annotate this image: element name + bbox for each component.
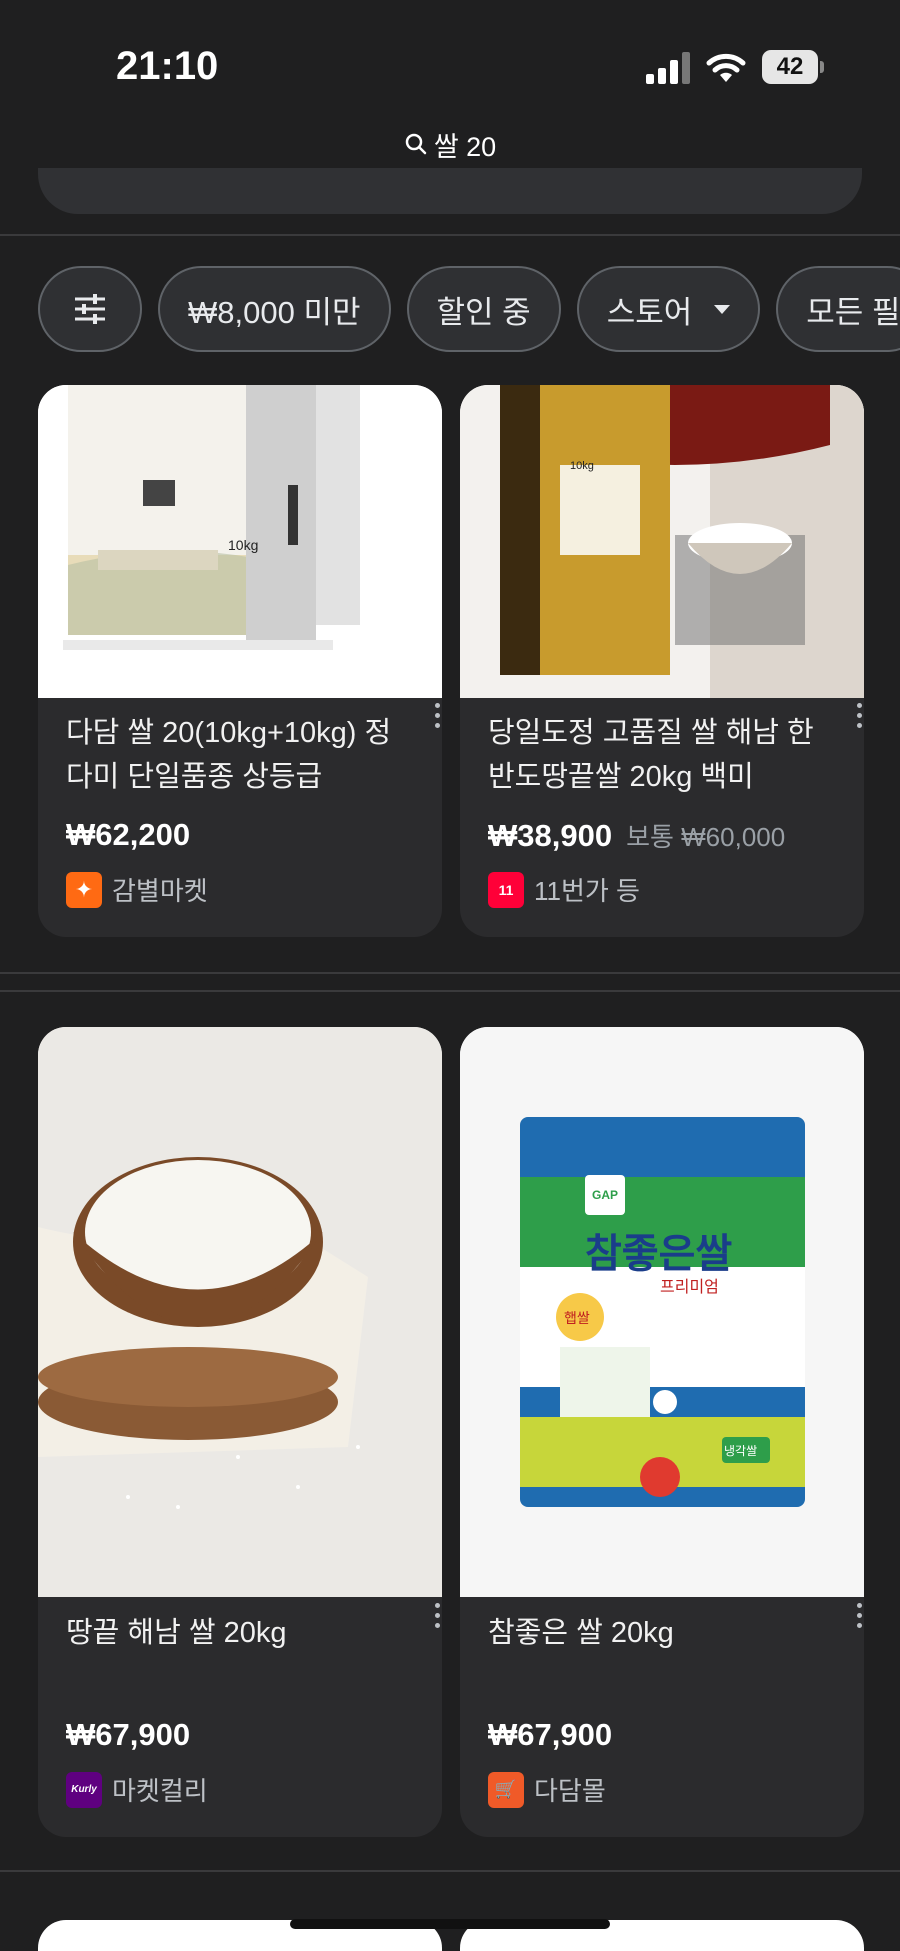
store-logo-icon: 11: [488, 871, 524, 908]
product-price: ₩67,900: [66, 1717, 191, 1752]
brand-sub-label: 프리미엄: [660, 1277, 719, 1296]
filter-chips: ₩8,000 미만 할인 중 스토어 모든 필: [38, 266, 900, 352]
store-name: 감별마켓: [112, 876, 208, 906]
home-indicator[interactable]: [290, 1919, 610, 1929]
cellular-signal-icon: [646, 52, 690, 84]
product-title: 땅끝 해남 쌀 20kg: [66, 1617, 287, 1649]
new-rice-tag: 햅쌀: [564, 1311, 590, 1327]
product-image: [38, 1027, 442, 1597]
battery-icon: 42: [762, 50, 824, 84]
gap-badge-label: GAP: [592, 1188, 618, 1202]
store-logo-icon: ✦: [66, 871, 102, 908]
chevron-down-icon: [714, 304, 731, 314]
filter-settings-button[interactable]: [38, 266, 142, 352]
store-row[interactable]: ✦ 감별마켓: [66, 871, 208, 908]
store-row[interactable]: Kurly 마켓컬리: [66, 1771, 208, 1808]
more-options-icon[interactable]: [854, 1603, 864, 1633]
divider: [0, 1870, 900, 1872]
more-options-icon[interactable]: [432, 703, 442, 733]
price-row: ₩67,900: [66, 1717, 190, 1753]
chip-on-sale[interactable]: 할인 중: [406, 266, 561, 352]
product-price: ₩67,900: [488, 1717, 613, 1752]
product-card[interactable]: 10kg 당일도정 고품질 쌀 해남 한반도땅끝쌀 20kg 백미 ₩38,90…: [460, 385, 864, 937]
cooled-rice-stamp: 냉각쌀: [724, 1444, 757, 1458]
url-bar[interactable]: 쌀 20: [0, 120, 900, 168]
bag-weight-label: 10kg: [570, 460, 594, 472]
status-bar: 21:10 42: [0, 0, 900, 120]
store-logo-icon: 🛒: [488, 1771, 524, 1808]
product-image: 10kg: [38, 385, 442, 698]
product-title: 다담 쌀 20(10kg+10kg) 정다미 단일품종 상등급: [66, 717, 392, 793]
store-name: 마켓컬리: [112, 1776, 208, 1806]
store-name: 11번가 등: [534, 876, 640, 906]
chip-store[interactable]: 스토어: [576, 266, 761, 352]
chip-price-under[interactable]: ₩8,000 미만: [158, 266, 391, 352]
store-logo-icon: Kurly: [66, 1771, 102, 1808]
more-options-icon[interactable]: [854, 703, 864, 733]
more-options-icon[interactable]: [432, 1603, 442, 1633]
search-box[interactable]: [38, 168, 862, 214]
product-card[interactable]: 10kg 다담 쌀 20(10kg+10kg) 정다미 단일품종 상등급 ₩62…: [38, 385, 442, 937]
original-price: 보통 ₩60,000: [626, 822, 786, 852]
store-name: 다담몰: [534, 1776, 606, 1806]
product-price: ₩62,200: [66, 817, 191, 852]
tune-icon: [75, 294, 105, 324]
chip-all-filters[interactable]: 모든 필: [776, 266, 900, 352]
bag-weight-label: 10kg: [228, 537, 258, 553]
price-row: ₩62,200: [66, 817, 190, 853]
product-card[interactable]: 땅끝 해남 쌀 20kg ₩67,900 Kurly 마켓컬리: [38, 1027, 442, 1837]
product-title: 당일도정 고품질 쌀 해남 한반도땅끝쌀 20kg 백미: [488, 717, 814, 793]
search-icon: [405, 133, 427, 155]
wifi-icon: [706, 53, 746, 82]
divider: [0, 234, 900, 236]
product-image: GAP 참좋은쌀 프리미엄 햅쌀 냉각쌀: [460, 1027, 864, 1597]
divider: [0, 972, 900, 974]
url-bar-text: 쌀 20: [433, 131, 497, 162]
brand-label: 참좋은쌀: [585, 1231, 732, 1277]
store-row[interactable]: 🛒 다담몰: [488, 1771, 606, 1808]
product-title: 참좋은 쌀 20kg: [488, 1617, 674, 1649]
product-image: 10kg: [460, 385, 864, 698]
product-card[interactable]: GAP 참좋은쌀 프리미엄 햅쌀 냉각쌀 참좋은 쌀 20kg ₩67,900 …: [460, 1027, 864, 1837]
battery-level: 42: [762, 50, 818, 84]
price-row: ₩38,900 보통 ₩60,000: [488, 817, 785, 854]
price-row: ₩67,900: [488, 1717, 612, 1753]
divider: [0, 990, 900, 992]
product-price: ₩38,900: [488, 818, 613, 853]
store-row[interactable]: 11 11번가 등: [488, 871, 640, 908]
status-time: 21:10: [116, 44, 219, 88]
